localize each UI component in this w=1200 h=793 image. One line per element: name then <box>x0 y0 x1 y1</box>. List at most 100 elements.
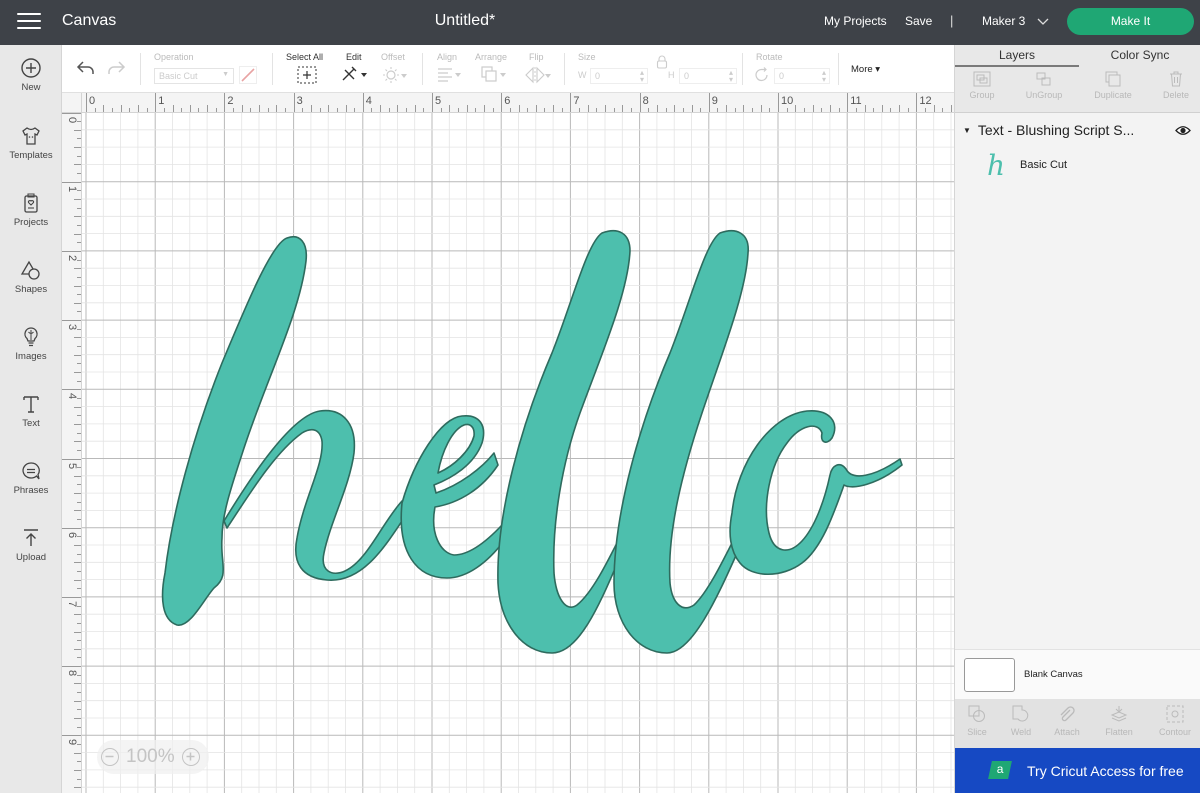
sidebar-item-templates[interactable]: Templates <box>0 125 62 185</box>
sidebar-item-phrases[interactable]: Phrases <box>0 460 62 520</box>
sidebar-item-images[interactable]: Images <box>0 326 62 386</box>
hello-text-object[interactable] <box>62 93 954 793</box>
redo-icon[interactable] <box>106 59 126 77</box>
edit-icon[interactable] <box>341 65 369 83</box>
rotate-icon[interactable] <box>754 67 770 83</box>
ruler-tick <box>527 108 529 112</box>
ruler-tick <box>639 93 641 112</box>
ruler-tick <box>77 432 81 434</box>
duplicate-button[interactable]: Duplicate <box>1090 71 1136 100</box>
layer-title: Text - Blushing Script S... <box>977 122 1135 138</box>
flip-icon[interactable] <box>524 66 552 84</box>
ruler-tick <box>406 108 408 112</box>
ruler-tick <box>74 268 81 270</box>
ruler-tick <box>674 105 676 112</box>
delete-label: Delete <box>1162 90 1189 100</box>
layer-thumbnail: h <box>987 149 1006 182</box>
select-all-icon[interactable] <box>297 66 317 84</box>
height-input[interactable]: 0 ▴ ▾ <box>679 68 737 84</box>
paperclip-icon <box>1060 706 1075 722</box>
machine-label: Maker 3 <box>982 14 1026 28</box>
ruler-tick <box>62 320 81 322</box>
ruler-tick <box>423 108 425 112</box>
ungroup-label: UnGroup <box>1025 90 1063 100</box>
ruler-tick <box>267 108 269 112</box>
sidebar-item-text[interactable]: Text <box>0 393 62 453</box>
delete-button[interactable]: Delete <box>1160 71 1192 100</box>
design-canvas[interactable]: 0 1 2 3 4 5 6 7 8 9 10 11 12 0123456789 100% <box>62 93 954 793</box>
width-input[interactable]: 0 ▴ ▾ <box>590 68 648 84</box>
zoom-out-button[interactable] <box>101 748 119 766</box>
ruler-tick <box>74 337 81 339</box>
ruler-tick <box>440 108 442 112</box>
sidebar-item-shapes[interactable]: Shapes <box>0 259 62 319</box>
ruler-tick <box>74 423 81 425</box>
ruler-tick <box>77 484 81 486</box>
ruler-tick <box>62 389 81 391</box>
linetype-color-swatch[interactable] <box>239 66 257 84</box>
ruler-tick <box>77 640 81 642</box>
ruler-tick <box>579 108 581 112</box>
spinner-icon[interactable]: ▴ ▾ <box>729 69 733 84</box>
lock-icon[interactable] <box>656 55 668 69</box>
sidebar-item-new[interactable]: New <box>0 57 62 117</box>
ruler-tick <box>74 752 81 754</box>
ruler-tick <box>388 108 390 112</box>
blank-canvas-label: Blank Canvas <box>1024 669 1083 680</box>
my-projects-link[interactable]: My Projects <box>824 14 887 28</box>
layer-group-header[interactable]: ▼ Text - Blushing Script S... <box>963 122 1134 138</box>
minus-icon <box>105 755 114 758</box>
trash-icon <box>1170 71 1182 87</box>
ruler-tick <box>181 108 183 112</box>
ruler-tick <box>74 579 81 581</box>
tab-layers[interactable]: Layers <box>955 48 1079 62</box>
attach-button[interactable]: Attach <box>1051 705 1083 737</box>
height-prefix: H <box>668 70 675 80</box>
ungroup-button[interactable]: UnGroup <box>1023 71 1065 100</box>
save-button[interactable]: Save <box>905 14 932 28</box>
make-it-button[interactable]: Make It <box>1067 8 1194 35</box>
edit-toolbar: Operation Basic Cut ▼ Select All Edit Of… <box>62 45 954 93</box>
flatten-button[interactable]: Flatten <box>1101 705 1137 737</box>
spinner-icon[interactable]: ▴ ▾ <box>822 69 826 84</box>
operation-select[interactable]: Basic Cut ▼ <box>154 68 234 84</box>
layer-item[interactable]: h Basic Cut <box>981 147 1191 183</box>
ruler-tick <box>77 173 81 175</box>
undo-icon[interactable] <box>76 59 96 77</box>
align-icon[interactable] <box>436 67 462 83</box>
zoom-in-button[interactable] <box>182 748 200 766</box>
sidebar-item-upload[interactable]: Upload <box>0 527 62 587</box>
ruler-tick <box>137 105 139 112</box>
rotate-input[interactable]: 0 ▴ ▾ <box>774 68 830 84</box>
caret-down-icon[interactable]: ▼ <box>963 126 971 135</box>
contour-button[interactable]: Contour <box>1155 705 1195 737</box>
group-button[interactable]: Group <box>967 71 997 100</box>
spinner-icon[interactable]: ▴ ▾ <box>640 69 644 84</box>
weld-button[interactable]: Weld <box>1007 705 1035 737</box>
plus-icon <box>186 752 195 761</box>
cricut-access-banner[interactable]: a Try Cricut Access for free <box>955 748 1200 793</box>
arrange-icon[interactable] <box>480 65 508 83</box>
machine-select[interactable]: Maker 3 <box>982 14 1049 28</box>
ruler-tick <box>77 328 81 330</box>
size-label: Size <box>578 52 596 62</box>
ruler-label: 4 <box>365 95 372 107</box>
ruler-label: 12 <box>919 95 932 107</box>
blank-canvas-row[interactable]: Blank Canvas <box>955 649 1200 699</box>
tab-color-sync[interactable]: Color Sync <box>1079 48 1200 62</box>
more-menu-button[interactable]: More ▾ <box>851 64 880 75</box>
offset-icon[interactable] <box>382 66 408 84</box>
sidebar-item-label: Phrases <box>13 485 49 496</box>
ruler-tick <box>62 735 81 737</box>
ruler-tick <box>873 108 875 112</box>
sidebar-item-projects[interactable]: Projects <box>0 192 62 252</box>
ruler-tick <box>62 250 81 252</box>
eye-icon[interactable] <box>1175 125 1191 136</box>
ruler-tick <box>77 553 81 555</box>
document-title[interactable]: Untitled* <box>0 12 930 30</box>
slice-button[interactable]: Slice <box>963 705 991 737</box>
canvas-color-swatch[interactable] <box>964 658 1015 692</box>
ruler-tick <box>77 294 81 296</box>
letter-e <box>400 415 505 579</box>
ruler-tick <box>864 105 866 112</box>
